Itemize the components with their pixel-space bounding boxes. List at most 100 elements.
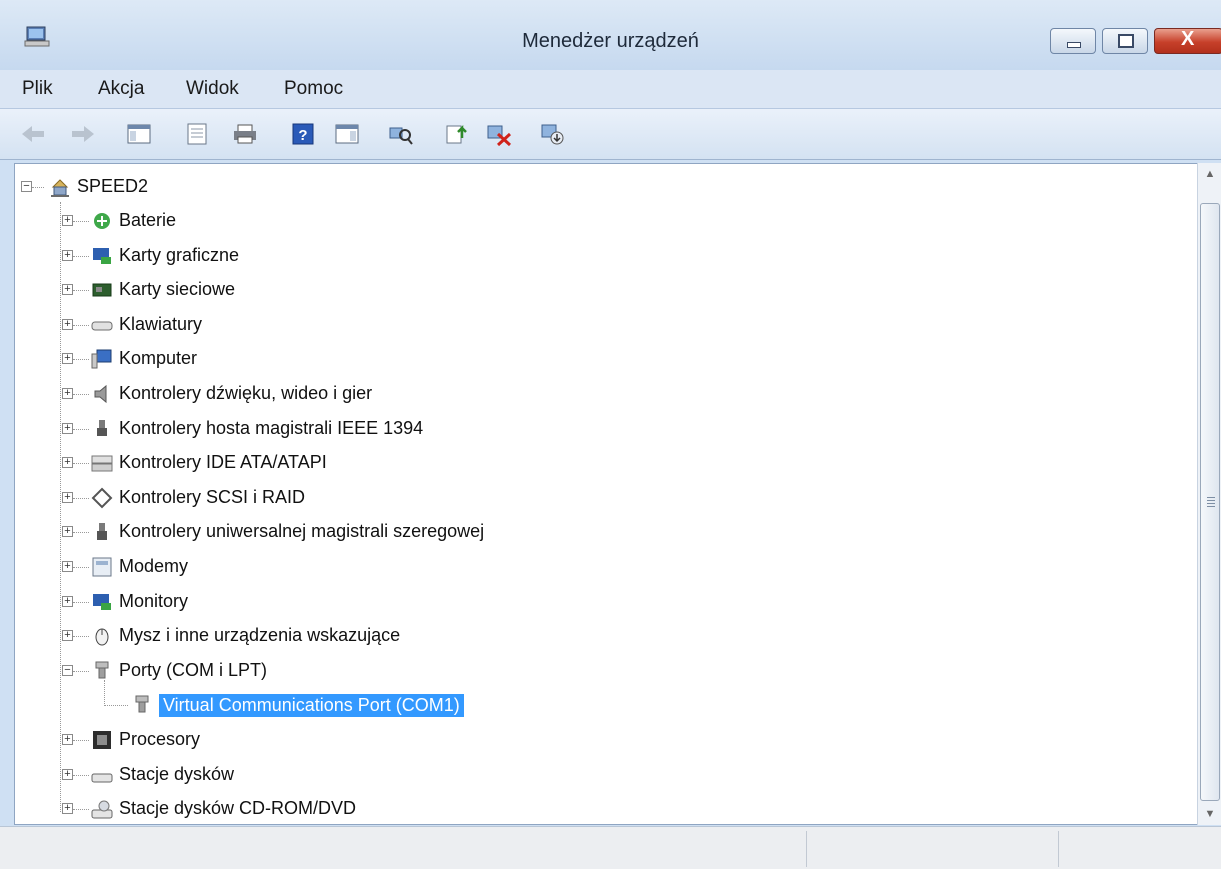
tree-item-label: Mysz i inne urządzenia wskazujące [119, 625, 401, 646]
tree-item[interactable]: + Modemy [15, 552, 1185, 582]
scroll-up-arrow-icon[interactable]: ▲ [1198, 163, 1221, 185]
scroll-down-arrow-icon[interactable]: ▼ [1198, 803, 1221, 825]
status-bar [0, 826, 1221, 869]
tree-item[interactable]: + Kontrolery dźwięku, wideo i gier [15, 379, 1185, 409]
mouse-icon [95, 628, 109, 646]
grip-icon [1207, 497, 1215, 507]
tree-root-label: SPEED2 [77, 176, 149, 196]
display-adapter-icon [93, 247, 111, 264]
expand-toggle[interactable]: + [62, 353, 73, 365]
expand-toggle[interactable]: + [62, 561, 73, 572]
expand-toggle[interactable]: + [62, 803, 73, 815]
tree-item-label: Kontrolery uniwersalnej magistrali szere… [119, 521, 485, 542]
tree-item[interactable]: + Komputer [15, 344, 1185, 374]
tree-item[interactable]: + Kontrolery hosta magistrali IEEE 1394 [15, 414, 1185, 444]
expand-toggle[interactable]: + [62, 734, 73, 745]
modem-icon [92, 557, 112, 577]
svg-text:?: ? [298, 127, 307, 144]
scan-hardware-icon[interactable] [388, 122, 414, 146]
expand-toggle[interactable]: + [62, 457, 73, 469]
update-driver-icon[interactable] [444, 122, 470, 146]
keyboard-icon [91, 321, 113, 331]
expand-toggle[interactable]: + [62, 284, 73, 296]
expand-toggle[interactable]: + [62, 595, 73, 607]
minimize-button[interactable] [1050, 28, 1096, 54]
tree-item-label: Kontrolery IDE ATA/ATAPI [119, 452, 327, 473]
properties-icon[interactable] [184, 122, 210, 146]
disable-device-icon[interactable] [540, 122, 566, 146]
close-button[interactable]: X [1154, 28, 1221, 54]
maximize-button[interactable] [1102, 28, 1148, 54]
tree-item[interactable]: − Porty (COM i LPT) [15, 656, 1185, 686]
tree-item-label: Porty (COM i LPT) [119, 659, 268, 680]
tree-item[interactable]: + Klawiatury [15, 310, 1185, 340]
tree-item[interactable]: + Procesory [15, 725, 1185, 755]
expand-toggle[interactable]: + [62, 215, 73, 226]
tree-item-label: Karty sieciowe [119, 279, 236, 300]
expand-toggle[interactable]: + [62, 249, 73, 261]
uninstall-device-icon[interactable] [486, 122, 512, 146]
tree-item-label: Baterie [119, 210, 177, 230]
tree-item[interactable]: + Karty graficzne [15, 241, 1185, 271]
tree-item[interactable]: + Karty sieciowe [15, 275, 1185, 305]
tree-item[interactable]: + Kontrolery IDE ATA/ATAPI [15, 448, 1185, 478]
forward-arrow-icon[interactable] [70, 122, 96, 146]
cdrom-icon [91, 800, 113, 819]
tree-item-label: Modemy [119, 556, 189, 576]
help-icon[interactable]: ? [290, 122, 316, 146]
tree-item[interactable]: + Mysz i inne urządzenia wskazujące [15, 621, 1185, 651]
expand-toggle[interactable]: + [62, 318, 73, 330]
device-manager-window: Menedżer urządzeń X Plik Akcja Widok Pom… [0, 0, 1221, 869]
menu-bar: Plik Akcja Widok Pomoc [0, 70, 1221, 109]
expand-toggle[interactable]: + [62, 768, 73, 780]
window-title: Menedżer urządzeń [522, 30, 699, 52]
menu-akcja[interactable]: Akcja [98, 78, 144, 100]
tree-item[interactable]: + Baterie [15, 206, 1185, 236]
tree-root-speed2[interactable]: − SPEED2 [15, 172, 1185, 202]
tree-item[interactable]: + Kontrolery uniwersalnej magistrali szer… [15, 517, 1185, 547]
menu-widok[interactable]: Widok [186, 78, 239, 100]
tree-item-label: Monitory [119, 590, 189, 611]
tree-item-label: Stacje dysków CD-ROM/DVD [119, 798, 357, 819]
tree-item[interactable]: + Stacje dysków CD-ROM/DVD [15, 794, 1185, 824]
disk-drive-icon [91, 773, 113, 783]
expand-toggle[interactable]: + [62, 491, 73, 503]
processor-icon [93, 731, 111, 749]
title-bar[interactable]: Menedżer urządzeń X [0, 0, 1221, 70]
tree-item[interactable]: + Monitory [15, 587, 1185, 617]
menu-pomoc[interactable]: Pomoc [284, 78, 343, 100]
computer-icon [91, 349, 112, 369]
tree-item[interactable]: + Kontrolery SCSI i RAID [15, 483, 1185, 513]
firewire-icon [97, 419, 107, 436]
tree-child-item[interactable]: Virtual Communications Port (COM1) [15, 680, 1185, 720]
status-separator [1058, 831, 1059, 867]
expand-toggle[interactable]: − [62, 664, 73, 676]
tree-item-label: Kontrolery dźwięku, wideo i gier [119, 383, 373, 403]
print-icon[interactable] [232, 122, 258, 146]
speaker-icon [94, 384, 107, 404]
scroll-thumb[interactable] [1200, 203, 1220, 801]
show-hide-console-tree-icon[interactable] [126, 122, 152, 146]
tree-item-label: Procesory [119, 729, 201, 749]
network-card-icon [92, 283, 112, 297]
ide-controller-icon [91, 455, 113, 472]
expand-toggle[interactable]: + [62, 388, 73, 399]
tree-item-label: Komputer [119, 348, 198, 369]
expand-toggle[interactable]: + [62, 526, 73, 538]
device-tree[interactable]: − SPEED2 + Baterie + Karty graficzne + Karty … [14, 163, 1199, 825]
status-separator [806, 831, 807, 867]
collapse-toggle[interactable]: − [21, 181, 32, 192]
tree-item-label: Klawiatury [119, 313, 203, 334]
expand-toggle[interactable]: + [62, 630, 73, 642]
port-icon [135, 695, 149, 713]
tree-item[interactable]: + Stacje dysków [15, 760, 1185, 790]
menu-plik[interactable]: Plik [22, 78, 53, 100]
usb-icon [97, 523, 107, 541]
expand-toggle[interactable]: + [62, 422, 73, 434]
toolbar: ? [0, 109, 1221, 160]
show-action-pane-icon[interactable] [334, 122, 360, 146]
computer-network-icon [51, 179, 69, 197]
back-arrow-icon[interactable] [20, 122, 46, 146]
vertical-scrollbar[interactable]: ▲ ▼ [1197, 163, 1221, 825]
selected-device-label: Virtual Communications Port (COM1) [159, 694, 464, 718]
